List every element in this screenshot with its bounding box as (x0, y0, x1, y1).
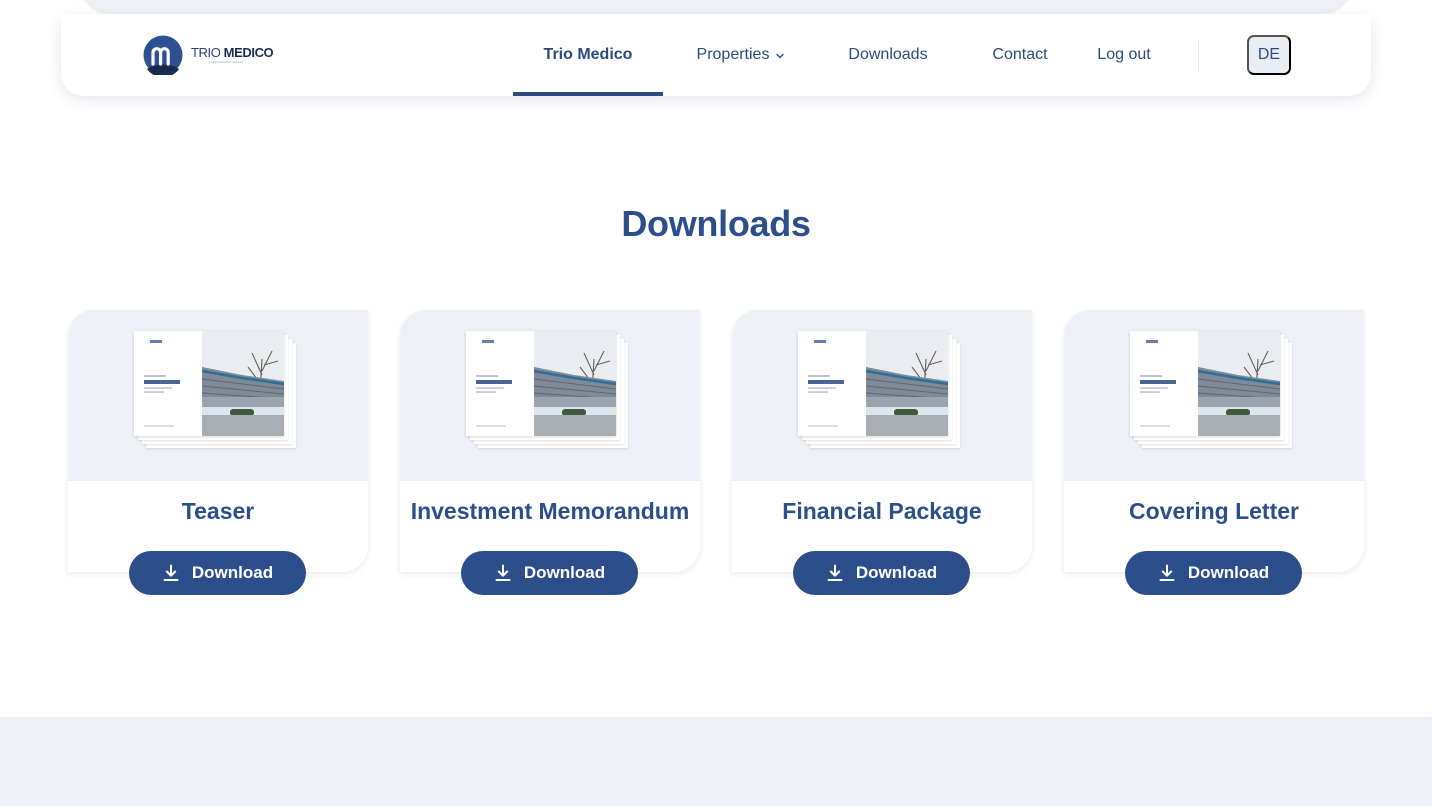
nav-item-trio-medico[interactable]: Trio Medico (513, 14, 663, 96)
download-button-label: Download (1187, 563, 1270, 582)
download-button-financial-package[interactable]: Download (793, 551, 970, 595)
download-button-label: Download (191, 563, 274, 582)
chevron-down-icon (776, 53, 785, 59)
building-photo-image (1198, 331, 1280, 436)
nav-divider (1198, 40, 1199, 70)
download-button-teaser[interactable]: Download (129, 551, 306, 595)
download-button-label: Download (855, 563, 938, 582)
document-preview-image (400, 310, 700, 481)
main-navigation: TRIO MEDICO Investment Memorandum Trio M… (61, 14, 1371, 96)
download-icon (495, 564, 511, 581)
page: TRIO MEDICO Investment Memorandum Trio M… (0, 0, 1432, 806)
card-title: Covering Letter (1129, 498, 1299, 524)
nav-item-properties[interactable]: Properties (695, 14, 787, 96)
trio-medico-logo-icon (143, 35, 183, 75)
logo-tagline: Investment Memorandum (209, 60, 244, 64)
download-button-covering-letter[interactable]: Download (1125, 551, 1302, 595)
document-preview-image (1064, 310, 1364, 481)
card-title: Teaser (181, 498, 255, 524)
download-card-covering-letter: Covering Letter Download (1064, 310, 1364, 595)
nav-item-downloads[interactable]: Downloads (848, 14, 928, 96)
logo-text-light: TRIO (191, 45, 221, 60)
download-icon (827, 564, 843, 581)
download-button-investment-memorandum[interactable]: Download (461, 551, 638, 595)
document-preview-image (68, 310, 368, 481)
download-card-teaser: Teaser Download (68, 310, 368, 595)
nav-item-contact[interactable]: Contact (992, 14, 1048, 96)
download-icon (1159, 564, 1175, 581)
card-title: Financial Package (782, 498, 982, 524)
nav-item-properties-label: Properties (696, 46, 770, 63)
page-title: Downloads (621, 203, 811, 244)
download-button-label: Download (523, 563, 606, 582)
download-card-investment-memorandum: Investment Memorandum Download (400, 310, 700, 595)
footer-band (0, 717, 1432, 806)
building-photo-image (202, 331, 284, 436)
top-ghost-bar (78, 0, 1354, 14)
nav-item-log-out[interactable]: Log out (1096, 14, 1152, 96)
brand-logo[interactable]: TRIO MEDICO Investment Memorandum (143, 35, 274, 75)
building-photo-image (866, 331, 948, 436)
download-icon (163, 564, 179, 581)
building-photo-image (534, 331, 616, 436)
logo-text-bold: MEDICO (223, 45, 274, 60)
download-card-financial-package: Financial Package Download (732, 310, 1032, 595)
card-title: Investment Memorandum (410, 498, 690, 524)
document-preview-image (732, 310, 1032, 481)
language-switch-button[interactable]: DE (1247, 35, 1291, 75)
